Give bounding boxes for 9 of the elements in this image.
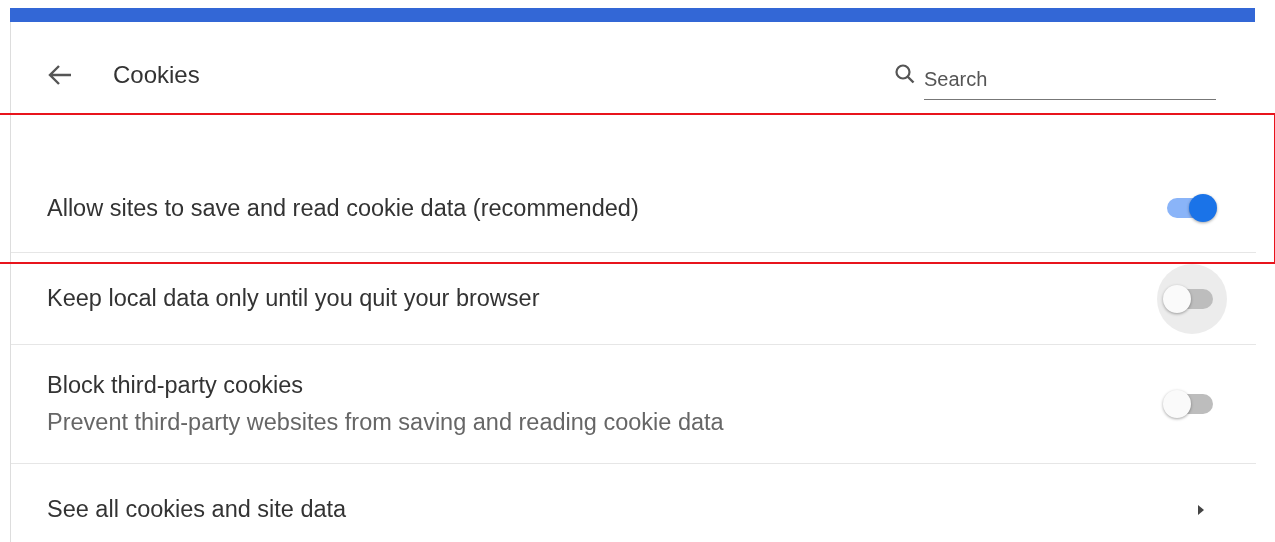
setting-label: Keep local data only until you quit your browser <box>47 285 540 312</box>
setting-description: Prevent third-party websites from saving and reading cookie data <box>47 409 724 436</box>
search-icon <box>894 63 916 85</box>
page-title: Cookies <box>113 61 200 89</box>
back-arrow-icon[interactable] <box>47 63 73 87</box>
setting-label: See all cookies and site data <box>47 496 347 523</box>
setting-label: Block third-party cookies <box>47 372 304 399</box>
caret-right-icon[interactable] <box>1196 502 1206 517</box>
setting-label: Allow sites to save and read cookie data (recommended) <box>47 194 639 222</box>
